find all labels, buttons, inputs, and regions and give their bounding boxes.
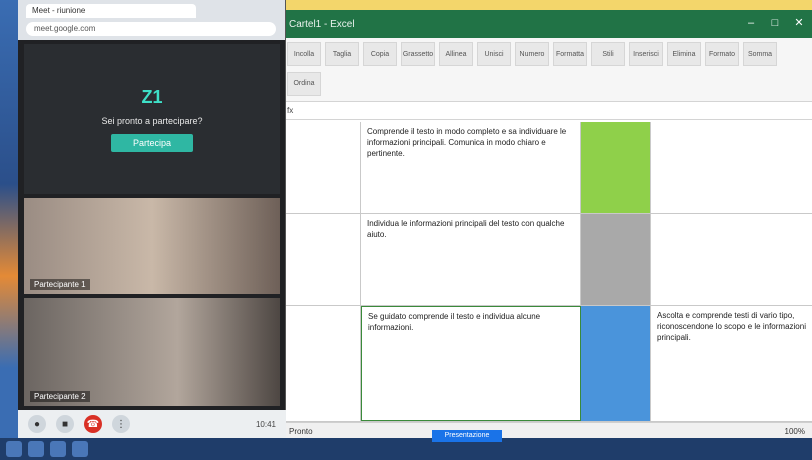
ribbon-button[interactable]: Formato	[705, 42, 739, 66]
window-controls: – □ ✕	[744, 16, 806, 30]
zoom-level[interactable]: 100%	[785, 427, 805, 436]
ribbon-button[interactable]: Incolla	[287, 42, 321, 66]
address-bar[interactable]: meet.google.com	[26, 22, 276, 36]
taskbar-app-icon[interactable]	[28, 441, 44, 457]
ribbon-button[interactable]: Stili	[591, 42, 625, 66]
shared-screen: Z1 Sei pronto a partecipare? Partecipa	[24, 44, 280, 194]
ribbon-button[interactable]: Unisci	[477, 42, 511, 66]
ribbon-button[interactable]: Somma	[743, 42, 777, 66]
ribbon-button[interactable]: Grassetto	[401, 42, 435, 66]
camera-icon[interactable]: ■	[56, 415, 74, 433]
hangup-icon[interactable]: ☎	[84, 415, 102, 433]
microphone-icon[interactable]: ●	[28, 415, 46, 433]
taskbar-app-icon[interactable]	[50, 441, 66, 457]
cell[interactable]	[651, 122, 812, 213]
cell[interactable]: Ascolta e comprende testi di vario tipo,…	[651, 306, 812, 421]
cell[interactable]	[281, 306, 361, 421]
participant-name: Partecipante 2	[30, 391, 90, 402]
participant-name: Partecipante 1	[30, 279, 90, 290]
join-prompt: Sei pronto a partecipare?	[101, 115, 203, 126]
minimize-icon[interactable]: –	[744, 16, 758, 30]
ribbon-button[interactable]: Allinea	[439, 42, 473, 66]
ribbon-button[interactable]: Numero	[515, 42, 549, 66]
cell-level[interactable]	[581, 306, 651, 421]
cell[interactable]: Individua le informazioni principali del…	[361, 214, 581, 305]
cell[interactable]	[281, 214, 361, 305]
call-controls: ● ■ ☎ ⋮ 10:41	[18, 410, 286, 438]
status-ready: Pronto	[289, 427, 313, 436]
formula-label: fx	[287, 106, 294, 115]
cell[interactable]: Comprende il testo in modo completo e sa…	[361, 122, 581, 213]
table-row: Se guidato comprende il testo e individu…	[281, 306, 812, 422]
more-options-icon[interactable]: ⋮	[112, 415, 130, 433]
join-button[interactable]: Partecipa	[110, 133, 194, 152]
ribbon-button[interactable]: Ordina	[287, 71, 321, 96]
participant-video[interactable]: Partecipante 1	[24, 198, 280, 294]
cell-level[interactable]	[581, 214, 651, 305]
table-row: Comprende il testo in modo completo e sa…	[281, 122, 812, 214]
meeting-logo: Z1	[141, 86, 163, 107]
meeting-time: 10:41	[255, 419, 276, 429]
cell[interactable]	[281, 122, 361, 213]
start-icon[interactable]	[6, 441, 22, 457]
cell-level[interactable]	[581, 122, 651, 213]
close-icon[interactable]: ✕	[792, 16, 806, 30]
formula-bar[interactable]: fx	[281, 102, 812, 120]
excel-window: Cartel1 - Excel – □ ✕ Incolla Taglia Cop…	[280, 10, 812, 440]
ribbon-button[interactable]: Taglia	[325, 42, 359, 66]
taskbar	[0, 438, 812, 460]
maximize-icon[interactable]: □	[768, 16, 782, 30]
ribbon-button[interactable]: Copia	[363, 42, 397, 66]
cell[interactable]	[651, 214, 812, 305]
excel-titlebar: Cartel1 - Excel – □ ✕	[281, 10, 812, 38]
table-row: Individua le informazioni principali del…	[281, 214, 812, 306]
video-call-panel: Meet - riunione meet.google.com Z1 Sei p…	[18, 0, 286, 438]
browser-tab[interactable]: Meet - riunione	[26, 4, 196, 18]
spreadsheet-grid: Comprende il testo in modo completo e sa…	[281, 122, 812, 422]
excel-ribbon: Incolla Taglia Copia Grassetto Allinea U…	[281, 38, 812, 102]
ribbon-button[interactable]: Elimina	[667, 42, 701, 66]
participant-video[interactable]: Partecipante 2	[24, 298, 280, 406]
ribbon-button[interactable]: Inserisci	[629, 42, 663, 66]
ribbon-button[interactable]: Formatta	[553, 42, 587, 66]
taskbar-app-icon[interactable]	[72, 441, 88, 457]
presenting-button[interactable]: Presentazione	[432, 430, 502, 442]
excel-title: Cartel1 - Excel	[289, 18, 355, 30]
browser-chrome: Meet - riunione meet.google.com	[18, 0, 285, 40]
cell-selected[interactable]: Se guidato comprende il testo e individu…	[361, 306, 581, 421]
desktop-background-left	[0, 0, 18, 460]
